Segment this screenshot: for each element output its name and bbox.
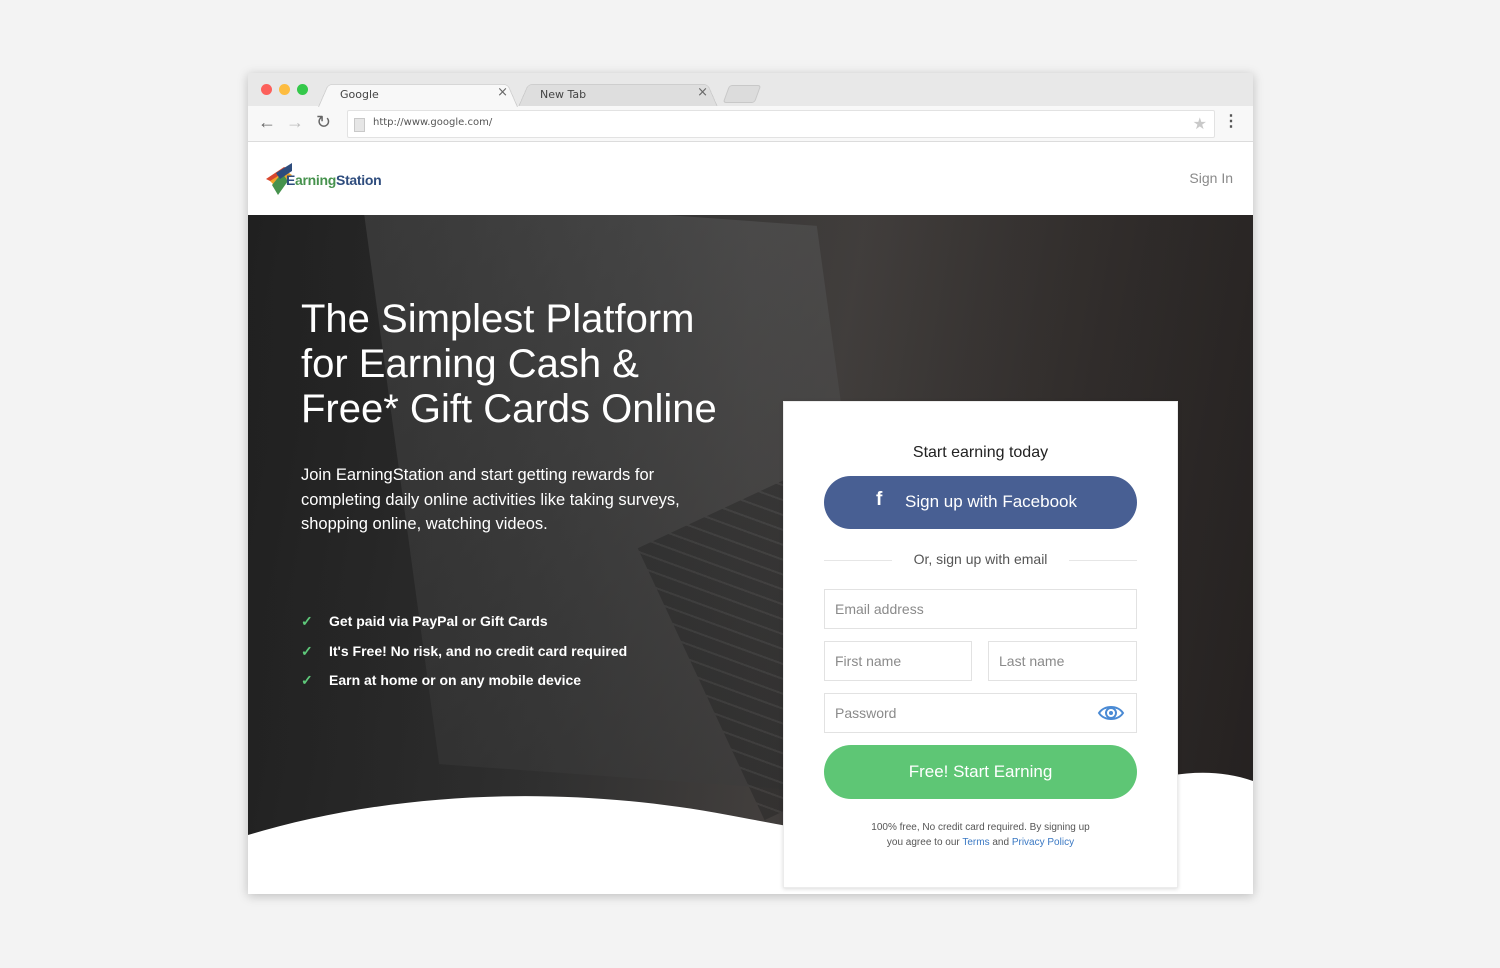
signup-card: Start earning today f Sign up with Faceb… [783,401,1178,888]
privacy-policy-link[interactable]: Privacy Policy [1012,837,1074,848]
earningstation-logo[interactable]: EarningStation [264,159,404,199]
tab-strip: Google × New Tab × [248,73,1253,107]
terms-link[interactable]: Terms [962,837,989,848]
page-icon [354,118,365,132]
last-name-field[interactable] [988,641,1137,681]
check-icon: ✓ [301,672,313,688]
logo-wordmark: EarningStation [286,172,382,188]
tab-new-tab[interactable]: New Tab × [518,81,718,107]
password-field[interactable] [824,693,1137,733]
bookmark-star-icon[interactable]: ★ [1193,114,1207,134]
browser-window: Google × New Tab × ← → ↻ http://www.goog… [248,73,1253,894]
tab-close-icon[interactable]: × [497,85,508,100]
hero-subtext: Join EarningStation and start getting re… [301,466,680,533]
email-field[interactable] [824,589,1137,629]
maximize-window-icon[interactable] [297,84,308,95]
first-name-field[interactable] [824,641,972,681]
forward-arrow-icon[interactable]: → [286,111,304,133]
address-bar[interactable]: http://www.google.com/ ★ [347,110,1215,138]
facebook-signup-button[interactable]: f Sign up with Facebook [824,476,1137,529]
sign-in-link[interactable]: Sign In [1189,170,1233,186]
tab-label: Google [340,88,379,101]
url-text[interactable]: http://www.google.com/ [373,117,492,128]
check-icon: ✓ [301,642,313,659]
facebook-icon: f [876,489,883,510]
tab-google[interactable]: Google × [318,81,518,107]
reload-icon[interactable]: ↻ [316,111,331,133]
hero-headline: The Simplest Platform for Earning Cash &… [301,297,717,431]
or-divider: Or, sign up with email [824,551,1137,571]
browser-toolbar: ← → ↻ http://www.google.com/ ★ ⋮ [248,106,1253,142]
back-arrow-icon[interactable]: ← [258,111,276,133]
new-tab-button[interactable] [722,85,762,103]
show-password-eye-icon[interactable] [1097,701,1125,725]
hero-section: The Simplest Platform for Earning Cash &… [248,215,1253,894]
signup-title: Start earning today [912,444,1049,461]
close-window-icon[interactable] [261,84,272,95]
legal-notice: 100% free, No credit card required. By s… [871,822,1090,848]
minimize-window-icon[interactable] [279,84,290,95]
tab-label: New Tab [540,88,587,101]
browser-menu-icon[interactable]: ⋮ [1223,112,1239,132]
facebook-signup-label: Sign up with Facebook [905,492,1077,511]
tab-close-icon[interactable]: × [697,85,708,100]
site-header: EarningStation Sign In [248,142,1253,215]
start-earning-button[interactable]: Free! Start Earning [824,745,1137,799]
check-icon: ✓ [301,613,313,629]
